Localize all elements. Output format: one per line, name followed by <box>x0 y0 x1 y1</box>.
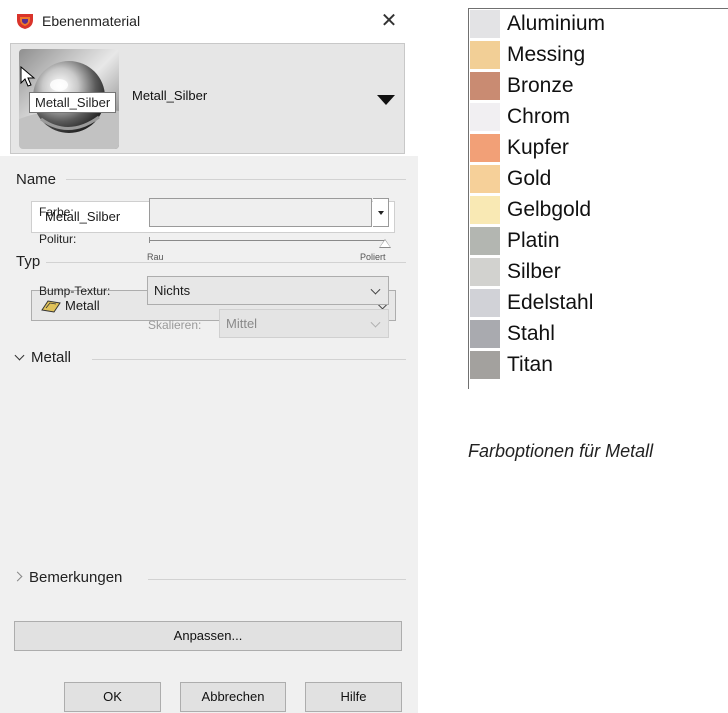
color-dropdown-button[interactable] <box>373 198 389 227</box>
color-name: Kupfer <box>507 136 569 159</box>
polish-slider[interactable] <box>149 240 385 241</box>
color-name: Stahl <box>507 322 555 345</box>
color-label: Farbe: <box>39 205 74 219</box>
color-name: Aluminium <box>507 12 606 35</box>
ok-button[interactable]: OK <box>64 682 161 712</box>
name-section-label: Name <box>16 171 57 188</box>
color-swatch <box>470 196 500 225</box>
polish-min-label: Rau <box>147 252 164 262</box>
metal-color-item[interactable]: Gold <box>469 164 728 195</box>
notes-section-divider <box>148 579 406 580</box>
metal-section-toggle[interactable]: Metall <box>14 349 72 366</box>
metal-color-item[interactable]: Chrom <box>469 102 728 133</box>
metal-color-item[interactable]: Bronze <box>469 71 728 102</box>
color-name: Gold <box>507 167 552 190</box>
material-tooltip: Metall_Silber <box>29 92 117 113</box>
metal-color-item[interactable]: Gelbgold <box>469 195 728 226</box>
color-options-caption: Farboptionen für Metall <box>468 441 654 461</box>
metal-color-swatch[interactable] <box>149 198 372 227</box>
metal-color-item[interactable]: Messing <box>469 40 728 71</box>
color-swatch <box>470 103 500 132</box>
dialog-title: Ebenenmaterial <box>42 13 141 29</box>
metal-color-item[interactable]: Kupfer <box>469 133 728 164</box>
metal-color-item[interactable]: Stahl <box>469 319 728 350</box>
material-dialog: Ebenenmaterial ✕ Metall_Silber Metall_Si… <box>0 0 418 713</box>
mouse-cursor-icon <box>20 66 36 87</box>
bump-texture-label: Bump-Textur: <box>39 284 111 298</box>
bump-texture-value: Nichts <box>154 283 191 298</box>
material-type-value: Metall <box>65 298 100 313</box>
cancel-button[interactable]: Abbrechen <box>180 682 286 712</box>
type-section-label: Typ <box>16 253 41 270</box>
bump-texture-dropdown[interactable]: Nichts <box>147 276 389 305</box>
help-button[interactable]: Hilfe <box>305 682 402 712</box>
customize-button[interactable]: Anpassen... <box>14 621 402 651</box>
close-icon: ✕ <box>380 10 398 32</box>
color-name: Chrom <box>507 105 571 128</box>
polish-slider-thumb[interactable] <box>379 239 391 248</box>
rhino-app-icon <box>17 14 33 29</box>
color-name: Platin <box>507 229 560 252</box>
color-swatch <box>470 351 500 380</box>
color-swatch <box>470 41 500 70</box>
color-swatch <box>470 134 500 163</box>
polish-max-label: Poliert <box>360 252 386 262</box>
color-name: Gelbgold <box>507 198 592 221</box>
chevron-down-icon <box>370 284 381 295</box>
notes-section-label: Bemerkungen <box>29 569 123 586</box>
color-swatch <box>470 320 500 349</box>
color-swatch <box>470 289 500 318</box>
type-section-divider <box>46 262 406 263</box>
color-name: Titan <box>507 353 553 376</box>
preview-dropdown-arrow-icon[interactable] <box>377 95 395 105</box>
color-swatch <box>470 258 500 287</box>
metal-color-item[interactable]: Silber <box>469 257 728 288</box>
color-name: Edelstahl <box>507 291 594 314</box>
color-swatch <box>470 10 500 39</box>
chevron-down-icon <box>370 317 381 328</box>
color-name: Bronze <box>507 74 574 97</box>
metal-section-divider <box>92 359 406 360</box>
chevron-right-icon <box>12 571 23 582</box>
metal-color-list: Aluminium Messing Bronze Chrom Kupfer Gold Gel… <box>468 8 728 389</box>
color-name: Silber <box>507 260 561 283</box>
title-bar: Ebenenmaterial ✕ <box>0 0 418 42</box>
preview-material-name: Metall_Silber <box>132 88 208 103</box>
metal-color-item[interactable]: Titan <box>469 350 728 381</box>
color-swatch <box>470 227 500 256</box>
color-swatch <box>470 165 500 194</box>
scale-value: Mittel <box>226 316 258 331</box>
scale-dropdown: Mittel <box>219 309 389 338</box>
notes-section-toggle[interactable]: Bemerkungen <box>12 569 123 586</box>
scale-label: Skalieren: <box>148 318 202 332</box>
chevron-down-icon <box>14 350 25 361</box>
color-swatch <box>470 72 500 101</box>
name-section-divider <box>66 179 406 180</box>
metal-type-icon <box>41 300 61 313</box>
metal-color-item[interactable]: Aluminium <box>469 9 728 40</box>
metal-color-item[interactable]: Edelstahl <box>469 288 728 319</box>
metal-color-item[interactable]: Platin <box>469 226 728 257</box>
color-name: Messing <box>507 43 586 66</box>
metal-section-label: Metall <box>31 349 72 366</box>
polish-label: Politur: <box>39 232 77 246</box>
close-button[interactable]: ✕ <box>372 8 406 34</box>
